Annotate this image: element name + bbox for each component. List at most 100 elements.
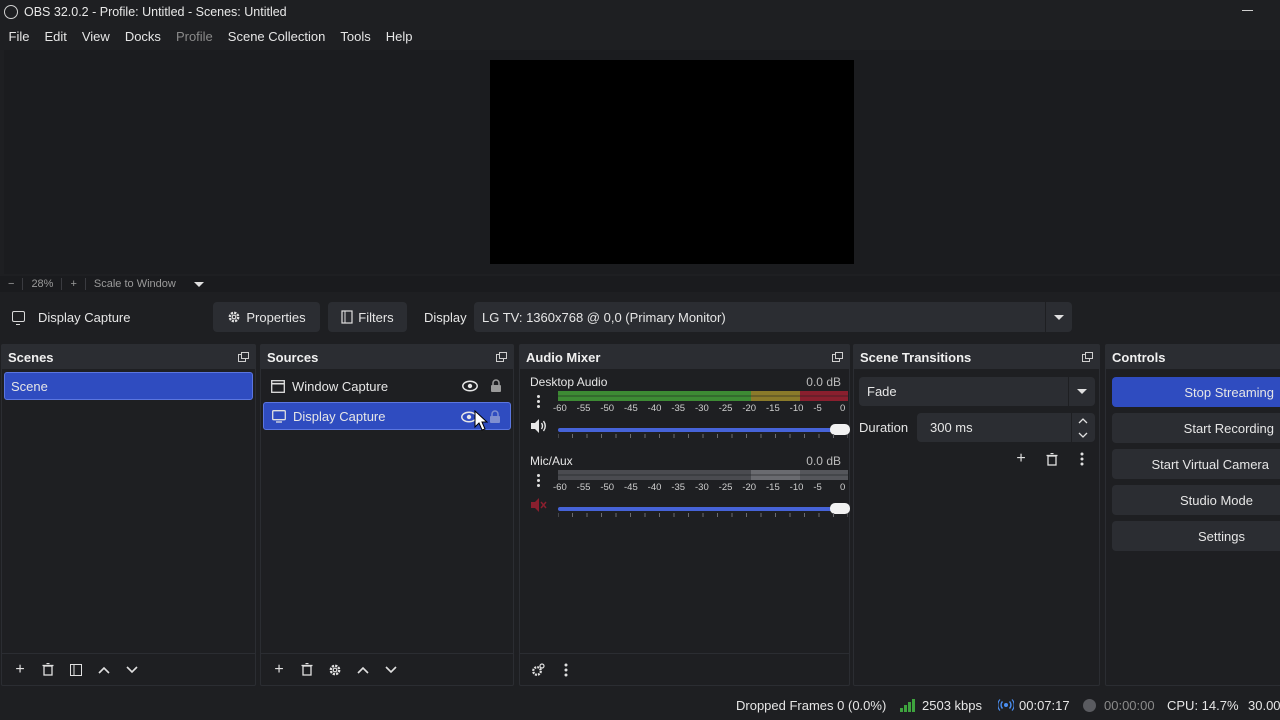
controls-header: Controls <box>1106 345 1280 369</box>
menu-tools[interactable]: Tools <box>336 29 375 44</box>
meter-scale-label: -35 <box>671 482 686 493</box>
meter-scale-label: -30 <box>695 482 709 493</box>
zoom-in-button[interactable]: + <box>62 278 84 290</box>
start-virtual-camera-button[interactable]: Start Virtual Camera <box>1112 449 1280 479</box>
settings-label: Settings <box>1198 528 1245 544</box>
start-virtual-camera-label: Start Virtual Camera <box>1151 456 1269 472</box>
advanced-audio-button[interactable] <box>524 656 552 684</box>
channel-menu-button[interactable] <box>528 468 548 492</box>
source-item[interactable]: Window Capture <box>263 372 511 400</box>
volume-slider[interactable] <box>558 423 850 438</box>
move-scene-down-button[interactable] <box>118 656 146 684</box>
source-properties-button[interactable] <box>321 656 349 684</box>
signal-bars-icon <box>900 699 915 712</box>
meter-scale-label: -55 <box>576 482 591 493</box>
undock-icon[interactable] <box>1082 352 1093 362</box>
display-select[interactable]: LG TV: 1360x768 @ 0,0 (Primary Monitor) <box>474 302 1072 332</box>
settings-button[interactable]: Settings <box>1112 521 1280 551</box>
more-vertical-icon <box>1080 452 1084 466</box>
move-scene-up-button[interactable] <box>90 656 118 684</box>
properties-button[interactable]: Properties <box>213 302 320 332</box>
menu-edit[interactable]: Edit <box>40 29 71 44</box>
menu-profile[interactable]: Profile <box>171 29 217 44</box>
channel-menu-button[interactable] <box>528 389 548 413</box>
title-bar: OBS 32.0.2 - Profile: Untitled - Scenes:… <box>0 0 1280 24</box>
minimize-button[interactable] <box>1242 4 1254 16</box>
mixer-channel: Mic/Aux 0.0 dB -60 -55 -50 -45 -40 -35 -30 -25-… <box>526 454 850 520</box>
duration-field[interactable]: 300 ms <box>917 413 1095 442</box>
undock-icon[interactable] <box>238 352 249 362</box>
preview-area[interactable] <box>4 50 1280 274</box>
menu-docks[interactable]: Docks <box>120 29 165 44</box>
undock-icon[interactable] <box>832 352 843 362</box>
meter-scale-label: -60 <box>553 403 567 414</box>
channel-name: Mic/Aux <box>530 454 573 468</box>
dropped-frames: Dropped Frames 0 (0.0%) <box>736 698 887 713</box>
scene-item-label: Scene <box>11 378 48 394</box>
scene-filters-button[interactable] <box>62 656 90 684</box>
scenes-footer: + <box>2 653 255 685</box>
chevron-up-icon[interactable] <box>1078 418 1088 424</box>
transition-select[interactable]: Fade <box>859 377 1095 406</box>
add-source-button[interactable]: + <box>265 656 293 684</box>
chevron-down-icon[interactable] <box>1078 432 1088 438</box>
scenes-header: Scenes <box>2 345 255 369</box>
volume-slider[interactable] <box>558 502 850 517</box>
chevron-down-icon <box>1077 389 1087 394</box>
speaker-icon[interactable] <box>528 417 548 435</box>
chevron-down-icon <box>126 665 138 673</box>
start-recording-label: Start Recording <box>1183 420 1274 436</box>
gear-icon <box>532 662 545 676</box>
mixer-menu-button[interactable] <box>552 656 580 684</box>
zoom-out-button[interactable]: − <box>0 278 22 290</box>
lock-icon[interactable] <box>490 379 502 393</box>
scale-mode-dropdown[interactable] <box>184 278 212 290</box>
meter-scale-label: -45 <box>624 482 638 493</box>
meter-scale-label: -50 <box>600 482 615 493</box>
display-value: LG TV: 1360x768 @ 0,0 (Primary Monitor) <box>482 310 726 325</box>
gear-icon <box>228 311 240 323</box>
remove-source-button[interactable] <box>293 656 321 684</box>
menu-help[interactable]: Help <box>381 29 417 44</box>
channel-db: 0.0 dB <box>806 375 841 389</box>
meter-scale-label: 0 <box>840 403 846 414</box>
remove-scene-button[interactable] <box>34 656 62 684</box>
channel-db: 0.0 dB <box>806 454 841 468</box>
meter-scale-label: -45 <box>624 403 638 414</box>
mouse-cursor-icon <box>474 410 488 431</box>
menu-scene-collection[interactable]: Scene Collection <box>223 29 330 44</box>
properties-label: Properties <box>246 309 306 325</box>
stop-streaming-button[interactable]: Stop Streaming <box>1112 377 1280 407</box>
meter-scale-label: -60 <box>553 482 567 493</box>
add-scene-button[interactable]: + <box>6 656 34 684</box>
volume-meter <box>558 470 848 480</box>
transition-menu-button[interactable] <box>1068 445 1096 473</box>
eye-icon[interactable] <box>462 380 478 392</box>
undock-icon[interactable] <box>496 352 507 362</box>
move-source-up-button[interactable] <box>349 656 377 684</box>
preview-canvas[interactable] <box>490 60 854 264</box>
move-source-down-button[interactable] <box>377 656 405 684</box>
controls-dock: Controls Stop Streaming Start Recording … <box>1105 344 1280 686</box>
menu-view[interactable]: View <box>77 29 114 44</box>
scene-item[interactable]: Scene <box>4 372 253 400</box>
meter-scale-label: -10 <box>789 403 804 414</box>
remove-transition-button[interactable] <box>1038 445 1066 473</box>
duration-value: 300 ms <box>930 420 973 435</box>
studio-mode-button[interactable]: Studio Mode <box>1112 485 1280 515</box>
trash-icon <box>42 663 54 676</box>
scenes-title: Scenes <box>8 350 54 365</box>
meter-scale-label: -30 <box>695 403 709 414</box>
filters-button[interactable]: Filters <box>328 302 407 332</box>
muted-speaker-icon[interactable] <box>528 496 548 514</box>
add-transition-button[interactable]: + <box>1007 445 1035 473</box>
meter-scale: -60 -55 -50 -45 -40 -35 -30 -25 -20 -15 -10 -5 0 <box>553 482 854 494</box>
cpu-usage: CPU: 14.7% <box>1167 698 1239 713</box>
transition-value: Fade <box>867 384 897 399</box>
sources-title: Sources <box>267 350 319 365</box>
lock-icon[interactable] <box>489 410 501 424</box>
chevron-down-icon <box>193 282 204 287</box>
start-recording-button[interactable]: Start Recording <box>1112 413 1280 443</box>
menu-file[interactable]: File <box>4 29 34 44</box>
chevron-up-icon <box>98 666 110 674</box>
